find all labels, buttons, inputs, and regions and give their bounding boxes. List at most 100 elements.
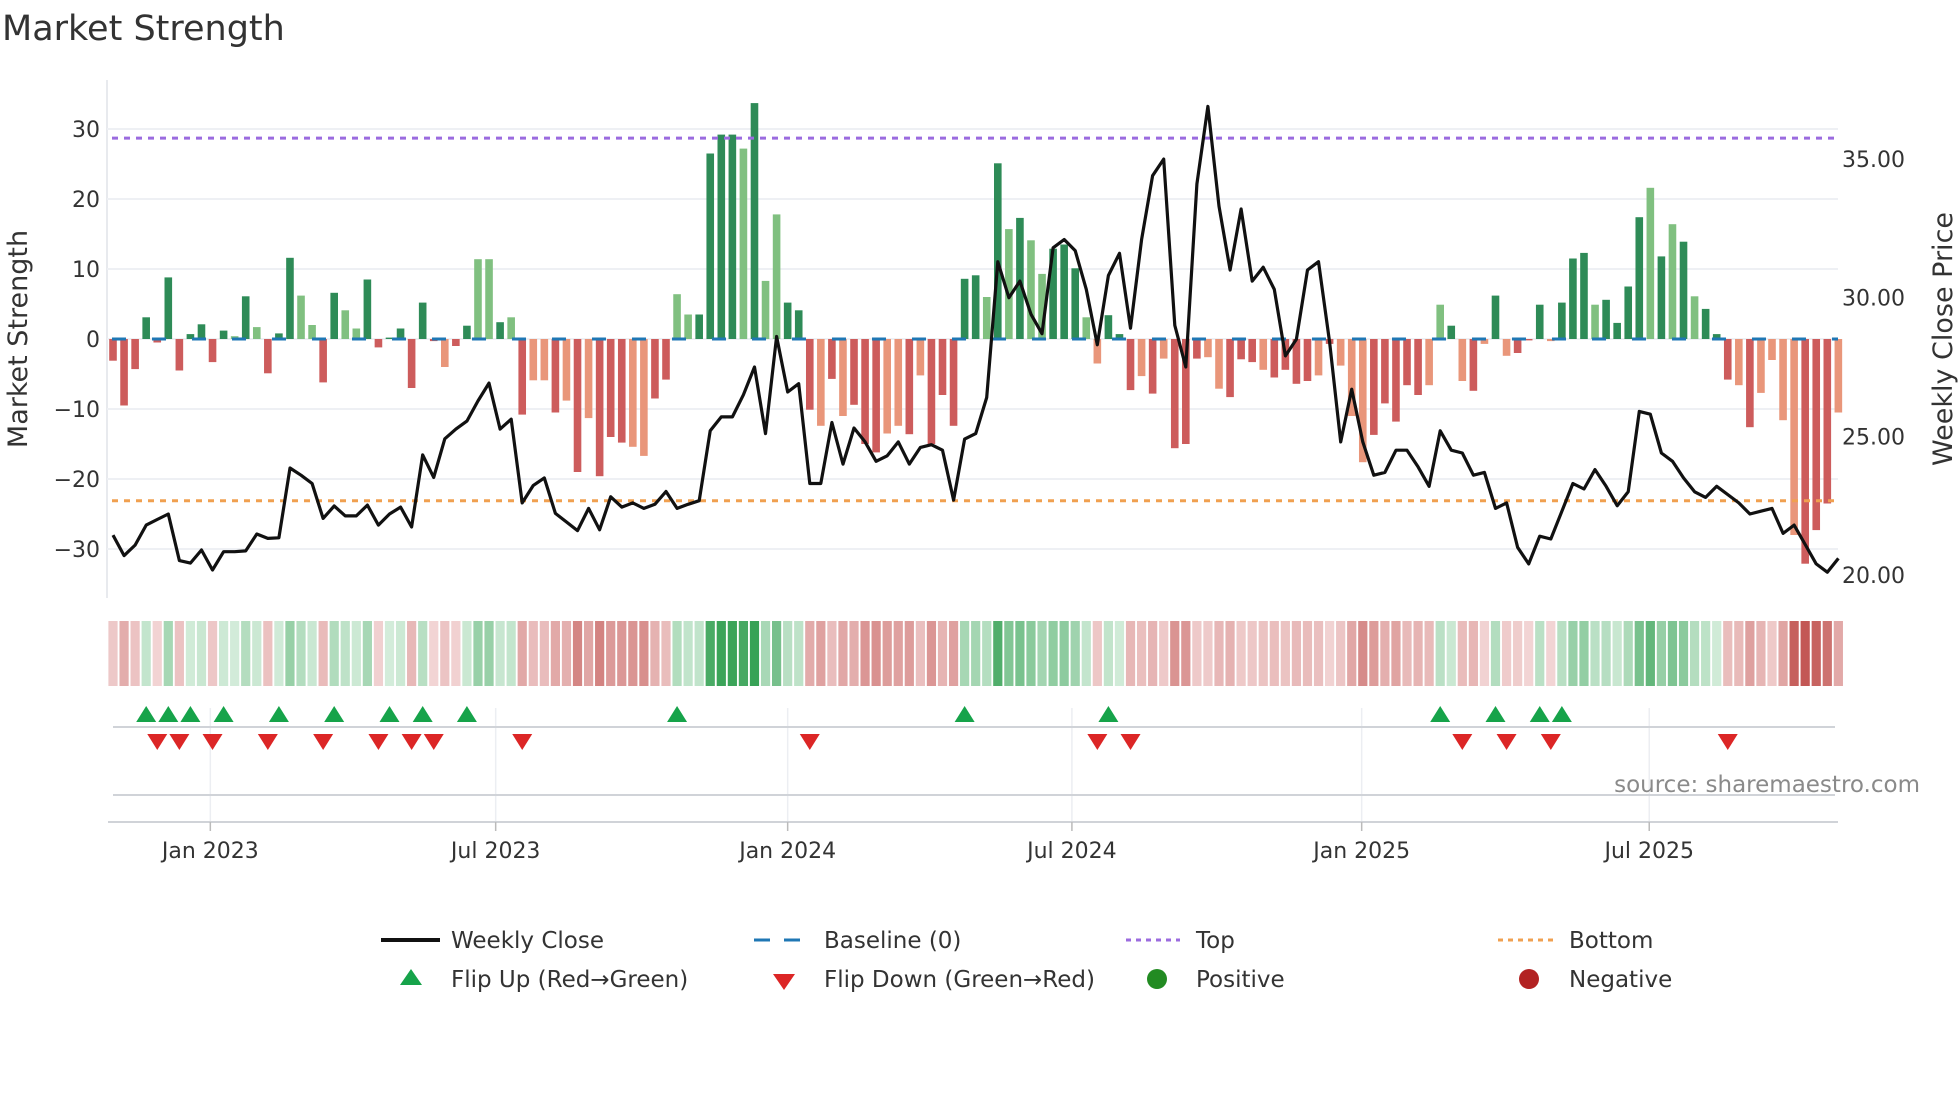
y2-tick-label: 25.00 xyxy=(1842,425,1905,450)
strength-bar xyxy=(640,339,648,456)
strength-bar xyxy=(728,134,737,339)
market-strength-chart: Market Strength Market Strength Weekly C… xyxy=(2,9,1959,993)
strength-bar xyxy=(662,339,670,380)
strength-bar xyxy=(805,339,814,410)
heat-cell xyxy=(1391,621,1401,686)
heat-cell xyxy=(340,621,350,686)
strength-bar xyxy=(175,339,184,371)
strength-bar xyxy=(197,324,206,339)
heat-cell xyxy=(1402,621,1412,686)
strength-bar xyxy=(297,295,305,339)
heat-cell xyxy=(1004,621,1014,686)
strength-bar xyxy=(1524,339,1533,341)
heat-cell xyxy=(528,621,538,686)
heat-cell xyxy=(207,621,218,686)
heat-cell xyxy=(1811,621,1821,686)
circle-icon xyxy=(1147,969,1167,989)
legend-label: Positive xyxy=(1196,967,1285,993)
heat-cell xyxy=(1656,621,1666,686)
strength-bar xyxy=(839,339,847,416)
strength-bar xyxy=(905,339,914,435)
heat-cell xyxy=(108,621,118,686)
strength-bar xyxy=(1248,339,1256,363)
heat-cell xyxy=(1634,621,1644,686)
heat-cell xyxy=(451,621,461,686)
strength-bar xyxy=(739,148,748,339)
strength-bar xyxy=(927,339,936,444)
strength-bar xyxy=(1215,339,1223,389)
heat-cell xyxy=(595,621,605,686)
strength-bar xyxy=(1270,339,1279,378)
strength-bar xyxy=(1768,339,1776,360)
heat-cell xyxy=(1734,621,1744,686)
heat-cell xyxy=(1070,621,1080,686)
heat-cell xyxy=(1302,621,1313,686)
strength-bar xyxy=(1170,339,1179,449)
strength-bar xyxy=(783,302,792,339)
strength-bar xyxy=(971,275,980,339)
strength-bar xyxy=(352,328,361,339)
y2-axis-ticks: 35.00 30.00 25.00 20.00 xyxy=(1842,148,1905,589)
strength-bar xyxy=(761,280,770,339)
strength-bar xyxy=(407,339,416,388)
strength-bar xyxy=(1646,187,1655,339)
strength-bar xyxy=(1502,339,1511,356)
y-axis-label: Market Strength xyxy=(3,230,34,448)
y-tick-label: −20 xyxy=(54,468,100,493)
y2-tick-label: 20.00 xyxy=(1842,564,1905,589)
strength-bar xyxy=(330,292,338,339)
heat-cell xyxy=(1701,621,1711,686)
strength-bar xyxy=(894,339,903,426)
heat-cell xyxy=(860,621,870,686)
strength-bar xyxy=(1016,217,1024,339)
strength-bar xyxy=(1204,339,1212,358)
heat-cell xyxy=(152,621,162,686)
strength-bar xyxy=(1414,339,1422,395)
heat-cell xyxy=(517,621,527,686)
y-tick-label: 20 xyxy=(72,188,100,213)
y-tick-label: −30 xyxy=(54,538,100,563)
heat-cell xyxy=(1800,621,1810,686)
heat-cell xyxy=(705,621,715,686)
strength-bar xyxy=(142,317,150,339)
strength-bar xyxy=(1436,304,1444,339)
heat-cell xyxy=(263,621,273,686)
strength-bar xyxy=(1513,339,1522,353)
heat-cell xyxy=(1247,621,1257,686)
strength-bar xyxy=(617,339,626,443)
flip-down-marker xyxy=(1120,734,1141,750)
heat-cell xyxy=(772,621,782,686)
heat-cell xyxy=(1689,621,1700,686)
heat-cell xyxy=(1678,621,1689,686)
heat-cell xyxy=(1125,621,1136,686)
heat-cell xyxy=(760,621,771,686)
legend-label: Negative xyxy=(1569,967,1672,993)
strength-bar xyxy=(1370,339,1378,435)
heat-cell xyxy=(1336,621,1346,686)
strength-bar xyxy=(772,214,781,339)
strength-bar xyxy=(794,310,803,339)
strength-bar xyxy=(418,302,427,339)
strength-bar xyxy=(1469,339,1478,391)
chart-title: Market Strength xyxy=(2,9,285,49)
heat-cell xyxy=(982,621,992,686)
strength-bar xyxy=(1314,339,1323,376)
strength-bar xyxy=(828,339,836,379)
x-axis: Jan 2023 Jul 2023 Jan 2024 Jul 2024 Jan 2025… xyxy=(108,726,1838,864)
flip-down-marker xyxy=(512,734,533,750)
heat-cell xyxy=(163,621,173,686)
heat-cell xyxy=(926,621,937,686)
strength-bar xyxy=(1447,325,1456,339)
flip-down-marker xyxy=(202,734,223,750)
strength-bar xyxy=(1403,339,1411,386)
strength-bar xyxy=(717,134,726,339)
strength-bar xyxy=(695,314,703,339)
heat-cell xyxy=(407,621,417,686)
heat-cell xyxy=(1490,621,1501,686)
strength-bar xyxy=(264,339,272,374)
strength-bar xyxy=(938,339,947,395)
flip-up-marker xyxy=(1529,706,1550,722)
flip-up-marker xyxy=(456,706,477,722)
flip-down-marker xyxy=(169,734,190,750)
heat-cell xyxy=(783,621,793,686)
